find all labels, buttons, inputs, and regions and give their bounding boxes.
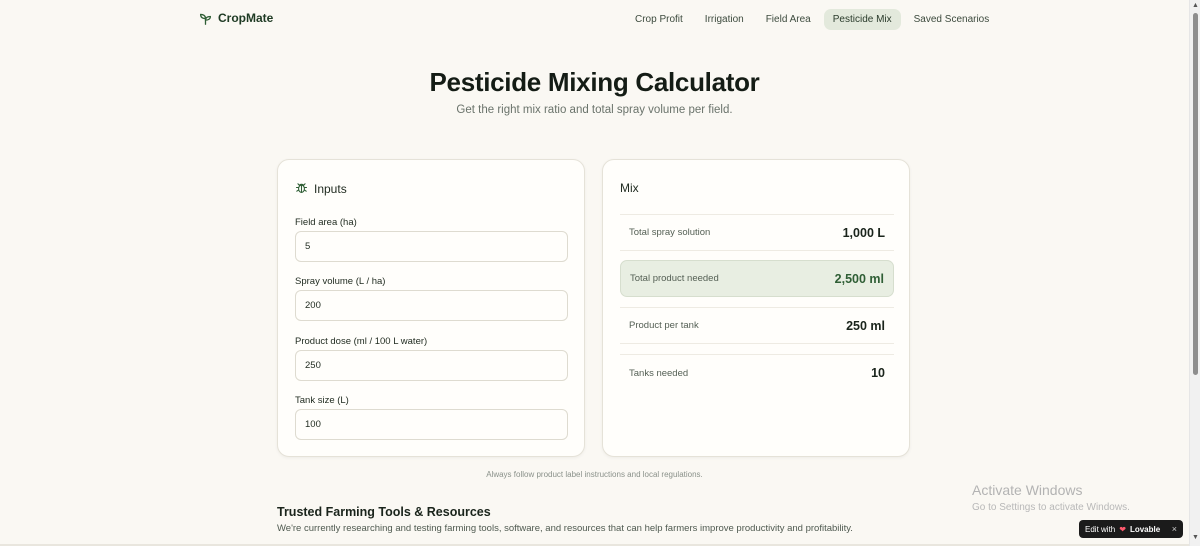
bug-icon (295, 181, 308, 197)
nav-item-saved-scenarios[interactable]: Saved Scenarios (905, 9, 999, 30)
resources-heading: Trusted Farming Tools & Resources (277, 505, 491, 519)
scrollbar-thumb[interactable] (1193, 13, 1198, 375)
close-icon[interactable]: × (1172, 524, 1177, 534)
mix-row-value: 250 ml (846, 318, 885, 333)
spray-volume-label: Spray volume (L / ha) (295, 276, 386, 287)
badge-brand: Lovable (1129, 524, 1161, 534)
mix-card-title: Mix (620, 181, 639, 195)
page-subtitle: Get the right mix ratio and total spray … (456, 104, 733, 116)
nav-item-field-area[interactable]: Field Area (757, 9, 820, 30)
mix-row-label: Total product needed (630, 273, 719, 284)
page-title: Pesticide Mixing Calculator (429, 67, 760, 97)
top-navigation-bar: CropMate Crop Profit Irrigation Field Ar… (0, 0, 1189, 40)
mix-row-value: 2,500 ml (834, 271, 884, 286)
nav-item-irrigation[interactable]: Irrigation (696, 9, 753, 30)
edit-with-lovable-badge[interactable]: Edit with ❤ Lovable × (1079, 520, 1183, 538)
mix-title-text: Mix (620, 181, 639, 195)
mix-row-label: Total spray solution (629, 227, 711, 238)
inputs-title-text: Inputs (314, 182, 347, 196)
brand-name: CropMate (218, 11, 274, 25)
scroll-up-arrow-icon[interactable]: ▲ (1192, 2, 1199, 9)
inputs-card: Inputs Field area (ha) Spray volume (L /… (277, 159, 585, 457)
sprout-icon (199, 12, 212, 25)
activate-windows-title: Activate Windows (972, 482, 1083, 498)
tank-size-label: Tank size (L) (295, 395, 349, 406)
resources-description: We're currently researching and testing … (277, 523, 853, 534)
nav-item-pesticide-mix[interactable]: Pesticide Mix (823, 9, 901, 30)
mix-row-label: Product per tank (629, 320, 699, 331)
mix-card: Mix Total spray solution 1,000 L Total p… (602, 159, 910, 457)
inputs-card-title: Inputs (295, 181, 347, 197)
mix-row-label: Tanks needed (629, 367, 689, 379)
mix-row-product-per-tank: Product per tank 250 ml (620, 307, 894, 344)
badge-prefix: Edit with (1085, 524, 1116, 534)
scroll-down-arrow-icon[interactable]: ▼ (1192, 534, 1199, 541)
field-area-input[interactable] (295, 231, 568, 262)
mix-row-total-product-needed: Total product needed 2,500 ml (620, 260, 894, 297)
lovable-heart-icon: ❤ (1119, 524, 1126, 534)
mix-row-value: 1,000 L (842, 225, 885, 240)
mix-row-total-spray-solution: Total spray solution 1,000 L (620, 214, 894, 251)
main-nav: Crop Profit Irrigation Field Area Pestic… (626, 9, 998, 30)
disclaimer-text: Always follow product label instructions… (486, 470, 703, 479)
activate-windows-subtitle: Go to Settings to activate Windows. (972, 502, 1130, 513)
vertical-scrollbar[interactable]: ▲ ▼ (1189, 0, 1200, 546)
brand-logo-link[interactable]: CropMate (199, 11, 273, 25)
tank-size-input[interactable] (295, 409, 568, 440)
product-dose-input[interactable] (295, 350, 568, 381)
field-area-label: Field area (ha) (295, 217, 357, 228)
product-dose-label: Product dose (ml / 100 L water) (295, 336, 428, 347)
mix-row-tanks-needed: Tanks needed 10 (620, 354, 894, 391)
spray-volume-input[interactable] (295, 290, 568, 321)
nav-item-crop-profit[interactable]: Crop Profit (626, 9, 692, 30)
mix-row-value: 10 (871, 366, 885, 380)
